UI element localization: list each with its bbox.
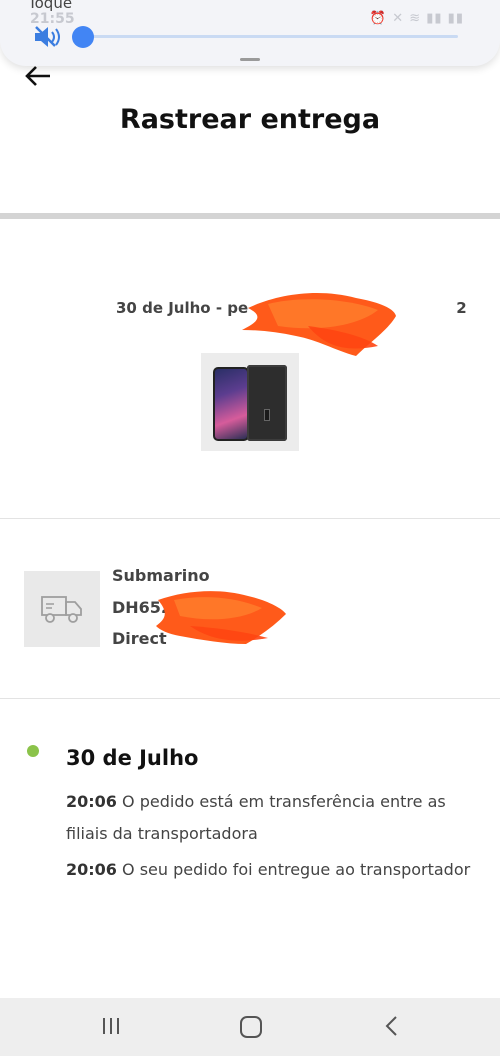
event-text: O pedido está em transferência entre as …: [66, 792, 446, 843]
carrier-logo: [24, 571, 100, 647]
panel-handle[interactable]: [240, 58, 260, 61]
order-date-tail: 2: [456, 299, 467, 317]
recents-icon[interactable]: [100, 1015, 122, 1037]
status-dot: [27, 745, 39, 757]
navigation-bar: [0, 998, 500, 1056]
mute-icon[interactable]: [33, 24, 63, 50]
volume-slider-thumb[interactable]: [72, 26, 94, 48]
redaction-scribble: [242, 293, 396, 356]
redaction-scribble: [156, 591, 286, 644]
truck-icon: [41, 596, 82, 623]
phone-back-image: [247, 365, 287, 441]
phone-camera: [264, 409, 270, 421]
header-divider: [0, 213, 500, 219]
order-date-text: 30 de Julho - pe: [116, 299, 249, 317]
page-title: Rastrear entrega: [119, 104, 381, 135]
product-image[interactable]: [201, 353, 299, 451]
event-time: 20:06: [66, 792, 117, 811]
back-arrow-icon[interactable]: [24, 64, 52, 88]
tracking-event: 20:06 O seu pedido foi entregue ao trans…: [66, 854, 476, 886]
event-time: 20:06: [66, 860, 117, 879]
carrier-name: Submarino: [112, 566, 210, 585]
volume-panel: Toque 21:55 ⏰ ✕ ≋ ▮▮ ▮▮: [0, 0, 500, 66]
status-icons: ⏰ ✕ ≋ ▮▮ ▮▮: [369, 11, 464, 26]
tracking-day: 30 de Julho: [66, 746, 199, 770]
tracking-event: 20:06 O pedido está em transferência ent…: [66, 786, 476, 850]
phone-front-image: [213, 367, 249, 441]
volume-slider-track[interactable]: [78, 35, 458, 38]
back-icon[interactable]: [384, 1015, 400, 1037]
home-icon[interactable]: [239, 1015, 263, 1039]
event-text: O seu pedido foi entregue ao transportad…: [122, 860, 471, 879]
section-divider: [0, 698, 500, 699]
tracking-screen: Toque 21:55 ⏰ ✕ ≋ ▮▮ ▮▮ Rastrear entrega…: [0, 0, 500, 1056]
section-divider: [0, 518, 500, 519]
